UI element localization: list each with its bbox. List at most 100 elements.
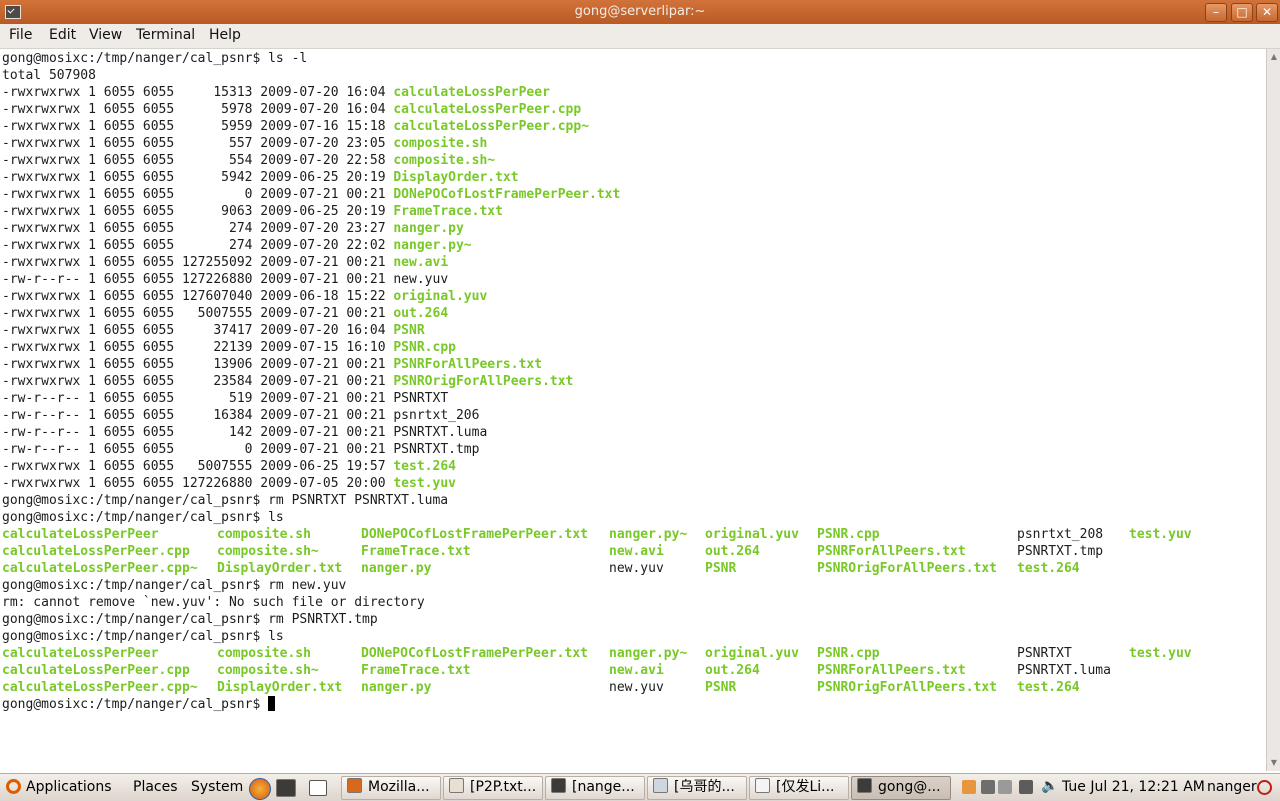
ls-long-row: -rwxrwxrwx 1 6055 6055 9063 2009-06-25 2… [2, 203, 620, 220]
file-name: calculateLossPerPeer.cpp~ [2, 561, 198, 576]
file-permissions: -rwxrwxrwx [2, 204, 81, 219]
terminal-launcher-icon[interactable] [276, 779, 296, 797]
taskbar-button[interactable]: Mozilla... [341, 776, 441, 800]
system-menu[interactable]: System [191, 779, 243, 795]
file-name: DisplayOrder.txt [393, 170, 519, 185]
file-name: DisplayOrder.txt [217, 561, 343, 576]
file-permissions: -rw-r--r-- [2, 425, 81, 440]
file-name: test.yuv [1129, 527, 1192, 542]
file-permissions: -rw-r--r-- [2, 442, 81, 457]
taskbar-button[interactable]: gong@... [851, 776, 951, 800]
network-icon[interactable] [981, 780, 995, 794]
shell-command: rm PSNRTXT.tmp [268, 612, 378, 627]
file-name: PSNROrigForAllPeers.txt [817, 680, 998, 695]
update-notifier-icon[interactable] [962, 780, 976, 794]
terminal-icon [551, 778, 566, 793]
scroll-down-arrow-icon[interactable]: ▼ [1269, 758, 1279, 768]
shell-prompt: gong@mosixc:/tmp/nanger/cal_psnr$ [2, 578, 269, 593]
terminal-scrollbar[interactable]: ▲ ▼ [1266, 49, 1280, 771]
taskbar-button[interactable]: [仅发Li... [749, 776, 849, 800]
firefox-launcher-icon[interactable] [249, 778, 271, 800]
ls-long-row: -rw-r--r-- 1 6055 6055 519 2009-07-21 00… [2, 390, 620, 407]
file-name: psnrtxt_206 [393, 408, 480, 423]
error-message: rm: cannot remove `new.yuv': No such fil… [2, 595, 425, 610]
ls-row: calculateLossPerPeer composite.sh DONePOCo… [2, 645, 1192, 662]
command-line: gong@mosixc:/tmp/nanger/cal_psnr$ [2, 696, 620, 713]
ls-long-row: -rwxrwxrwx 1 6055 6055 557 2009-07-20 23… [2, 135, 620, 152]
printer-icon[interactable] [998, 780, 1012, 794]
user-name[interactable]: nanger [1207, 779, 1257, 795]
ls-long-row: -rw-r--r-- 1 6055 6055 16384 2009-07-21 … [2, 407, 620, 424]
file-details: 1 6055 6055 5007555 2009-07-21 00:21 [80, 306, 394, 321]
file-permissions: -rwxrwxrwx [2, 136, 81, 151]
file-name: new.avi [393, 255, 449, 270]
file-details: 1 6055 6055 15313 2009-07-20 16:04 [80, 85, 394, 100]
display-icon[interactable] [1019, 780, 1033, 794]
ls-row: calculateLossPerPeer.cpp~ DisplayOrder.tx… [2, 560, 1080, 577]
ls-long-row: -rwxrwxrwx 1 6055 6055 23584 2009-07-21 … [2, 373, 620, 390]
ubuntu-logo-icon [6, 779, 21, 794]
command-line: gong@mosixc:/tmp/nanger/cal_psnr$ rm new… [2, 577, 620, 594]
file-name: calculateLossPerPeer.cpp [2, 544, 190, 559]
menu-help[interactable]: Help [209, 27, 241, 43]
document-icon [653, 778, 668, 793]
file-details: 1 6055 6055 5959 2009-07-16 15:18 [80, 119, 394, 134]
terminal-output[interactable]: gong@mosixc:/tmp/nanger/cal_psnr$ ls -l t… [0, 49, 1266, 771]
shell-prompt: gong@mosixc:/tmp/nanger/cal_psnr$ [2, 629, 269, 644]
file-name: composite.sh~ [393, 153, 496, 168]
file-name: test.264 [1017, 680, 1080, 695]
menu-view[interactable]: View [89, 27, 122, 43]
window-title: gong@serverlipar:~ [574, 4, 706, 19]
ls-long-row: -rwxrwxrwx 1 6055 6055 554 2009-07-20 22… [2, 152, 620, 169]
scroll-up-arrow-icon[interactable]: ▲ [1269, 52, 1279, 62]
shell-command: rm PSNRTXT PSNRTXT.luma [268, 493, 449, 508]
file-details: 1 6055 6055 37417 2009-07-20 16:04 [80, 323, 394, 338]
places-menu[interactable]: Places [133, 779, 178, 795]
file-details: 1 6055 6055 13906 2009-07-21 00:21 [80, 357, 394, 372]
file-permissions: -rwxrwxrwx [2, 187, 81, 202]
file-name: PSNR.cpp [817, 646, 880, 661]
maximize-button[interactable]: □ [1231, 3, 1253, 22]
taskbar-button-label: Mozilla... [368, 779, 430, 795]
ls-row: calculateLossPerPeer composite.sh DONePOCo… [2, 526, 1192, 543]
file-name: calculateLossPerPeer.cpp [393, 102, 582, 117]
file-name: new.avi [609, 663, 664, 678]
shutdown-icon[interactable] [1257, 780, 1272, 795]
menu-edit[interactable]: Edit [49, 27, 76, 43]
window-titlebar[interactable]: gong@serverlipar:~ – □ ✕ [0, 0, 1280, 24]
command-line: gong@mosixc:/tmp/nanger/cal_psnr$ rm PSN… [2, 492, 620, 509]
file-details: 1 6055 6055 5942 2009-06-25 20:19 [80, 170, 394, 185]
applications-menu[interactable]: Applications [6, 779, 112, 795]
file-details: 1 6055 6055 274 2009-07-20 23:27 [80, 221, 394, 236]
file-name: original.yuv [705, 527, 799, 542]
file-name: PSNR.cpp [817, 527, 880, 542]
file-permissions: -rw-r--r-- [2, 272, 81, 287]
close-button[interactable]: ✕ [1256, 3, 1278, 22]
command-line: gong@mosixc:/tmp/nanger/cal_psnr$ ls [2, 509, 620, 526]
file-permissions: -rwxrwxrwx [2, 102, 81, 117]
show-desktop-icon[interactable] [309, 780, 327, 796]
file-name: calculateLossPerPeer.cpp~ [393, 119, 590, 134]
file-permissions: -rwxrwxrwx [2, 323, 81, 338]
file-name: nanger.py~ [609, 646, 688, 661]
minimize-button[interactable]: – [1205, 3, 1227, 22]
file-name: new.yuv [393, 272, 449, 287]
ls-long-row: -rwxrwxrwx 1 6055 6055 5942 2009-06-25 2… [2, 169, 620, 186]
menu-file[interactable]: File [9, 27, 32, 43]
taskbar-button[interactable]: [乌哥的... [647, 776, 747, 800]
menu-terminal[interactable]: Terminal [136, 27, 195, 43]
taskbar-button[interactable]: [P2P.txt... [443, 776, 543, 800]
ls-long-row: -rwxrwxrwx 1 6055 6055 127226880 2009-07… [2, 475, 620, 492]
volume-icon[interactable]: 🔈 [1041, 778, 1058, 794]
shell-prompt: gong@mosixc:/tmp/nanger/cal_psnr$ [2, 510, 269, 525]
ls-long-row: -rwxrwxrwx 1 6055 6055 5007555 2009-07-2… [2, 305, 620, 322]
file-name: test.yuv [393, 476, 456, 491]
file-details: 1 6055 6055 127226880 2009-07-21 00:21 [80, 272, 394, 287]
text-editor-icon [449, 778, 464, 793]
clock[interactable]: Tue Jul 21, 12:21 AM [1062, 779, 1205, 795]
taskbar-button-label: [nange... [572, 779, 635, 795]
ls-row: calculateLossPerPeer.cpp~ DisplayOrder.tx… [2, 679, 1080, 696]
file-name: PSNR [705, 680, 737, 695]
file-details: 1 6055 6055 519 2009-07-21 00:21 [80, 391, 394, 406]
taskbar-button[interactable]: [nange... [545, 776, 645, 800]
